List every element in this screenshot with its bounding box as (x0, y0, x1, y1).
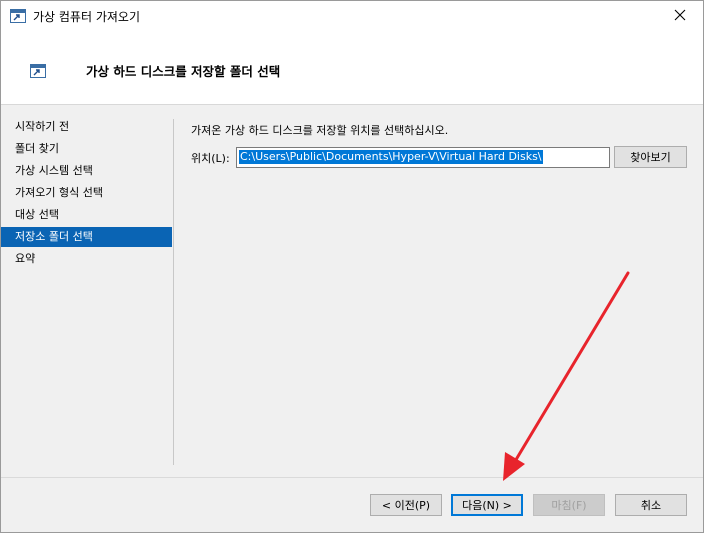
close-icon (674, 9, 686, 24)
nav-item-import-type[interactable]: 가져오기 형식 선택 (1, 183, 172, 203)
nav-item-before-you-begin[interactable]: 시작하기 전 (1, 117, 172, 137)
wizard-header: 가상 하드 디스크를 저장할 폴더 선택 (1, 31, 703, 105)
page-title: 가상 하드 디스크를 저장할 폴더 선택 (86, 64, 281, 79)
nav-item-select-vm[interactable]: 가상 시스템 선택 (1, 161, 172, 181)
location-input-value: C:\Users\Public\Documents\Hyper-V\Virtua… (239, 150, 543, 164)
instruction-text: 가져온 가상 하드 디스크를 저장할 위치를 선택하십시오. (191, 124, 449, 137)
previous-button[interactable]: < 이전(P) (370, 494, 442, 516)
close-button[interactable] (657, 1, 703, 31)
title-bar: 가상 컴퓨터 가져오기 (1, 1, 703, 31)
nav-item-locate-folder[interactable]: 폴더 찾기 (1, 139, 172, 159)
next-button[interactable]: 다음(N) > (451, 494, 523, 516)
wizard-steps-nav: 시작하기 전 폴더 찾기 가상 시스템 선택 가져오기 형식 선택 대상 선택 … (1, 106, 174, 466)
hyper-v-import-icon (10, 9, 26, 23)
hyper-v-import-icon (30, 64, 46, 78)
nav-item-summary[interactable]: 요약 (1, 249, 172, 269)
browse-button[interactable]: 찾아보기 (614, 146, 687, 168)
location-label: 위치(L): (191, 152, 230, 165)
nav-item-choose-destination[interactable]: 대상 선택 (1, 205, 172, 225)
finish-button[interactable]: 마침(F) (533, 494, 605, 516)
cancel-button[interactable]: 취소 (615, 494, 687, 516)
location-input[interactable]: C:\Users\Public\Documents\Hyper-V\Virtua… (236, 147, 610, 168)
window-title: 가상 컴퓨터 가져오기 (33, 10, 140, 24)
import-vm-wizard-window: 가상 컴퓨터 가져오기 가상 하드 디스크를 저장할 폴더 선택 시작하기 전 … (0, 0, 704, 533)
nav-item-storage-folders[interactable]: 저장소 폴더 선택 (1, 227, 172, 247)
footer-divider (1, 477, 703, 478)
wizard-content: 가져온 가상 하드 디스크를 저장할 위치를 선택하십시오. 위치(L): C:… (174, 106, 703, 466)
